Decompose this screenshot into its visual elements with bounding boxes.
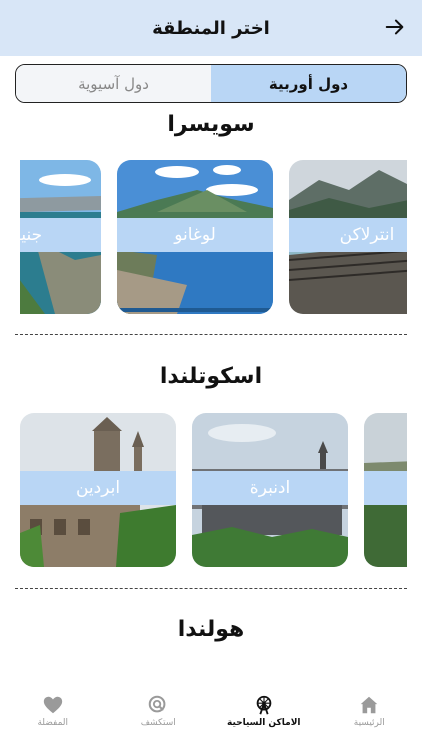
city-label-geneva: جنيف <box>20 218 101 252</box>
city-label-aberdeen: ابردين <box>20 471 176 505</box>
scotland-carousel[interactable]: ادنبرة ابردين <box>20 413 407 567</box>
city-card-geneva[interactable]: جنيف <box>20 160 101 314</box>
tab-label-favorites: المفضلة <box>37 718 69 728</box>
city-card-interlaken[interactable]: انترلاكن <box>289 160 407 314</box>
tab-tourist-places[interactable]: الاماكن السياحية <box>211 690 317 750</box>
european-countries-tab[interactable]: دول أوربية <box>211 65 406 102</box>
switzerland-carousel[interactable]: انترلاكن لوغانو جنيف <box>20 160 407 314</box>
european-countries-label: دول أوربية <box>268 74 349 93</box>
city-card-lugano[interactable]: لوغانو <box>117 160 273 314</box>
tab-label-tourist-places: الاماكن السياحية <box>227 718 301 728</box>
city-card-partial[interactable] <box>364 413 407 567</box>
tab-label-home: الرئيسية <box>353 718 385 728</box>
asian-countries-tab[interactable]: دول آسيوية <box>16 65 211 102</box>
tab-explore[interactable]: استكشف <box>106 690 212 750</box>
heart-icon <box>43 696 62 714</box>
header-bar: اختر المنطقة <box>0 0 422 56</box>
city-card-edinburgh[interactable]: ادنبرة <box>192 413 348 567</box>
city-label-interlaken: انترلاكن <box>289 218 407 252</box>
section-title-switzerland: سويسرا <box>167 112 255 137</box>
city-label-partial <box>364 471 407 505</box>
section-title-netherlands: هولندا <box>177 617 245 642</box>
city-label-lugano: لوغانو <box>117 218 273 252</box>
home-icon <box>361 696 378 714</box>
page-title: اختر المنطقة <box>152 17 270 39</box>
explore-search-icon <box>148 695 166 713</box>
city-label-edinburgh: ادنبرة <box>192 471 348 505</box>
section-divider <box>15 334 407 335</box>
tab-label-explore: استكشف <box>140 718 176 728</box>
asian-countries-label: دول آسيوية <box>78 74 149 93</box>
city-card-aberdeen[interactable]: ابردين <box>20 413 176 567</box>
tab-home[interactable]: الرئيسية <box>317 690 422 750</box>
section-divider <box>15 588 407 589</box>
region-segmented-control: دول آسيوية دول أوربية <box>15 64 407 103</box>
arrow-right-icon[interactable] <box>384 16 406 38</box>
tab-favorites[interactable]: المفضلة <box>0 690 106 750</box>
bottom-tab-bar: المفضلة استكشف الاماكن السياحية الرئيسية <box>0 690 422 750</box>
ferris-wheel-icon <box>256 695 272 715</box>
section-title-scotland: اسكوتلندا <box>159 364 263 389</box>
